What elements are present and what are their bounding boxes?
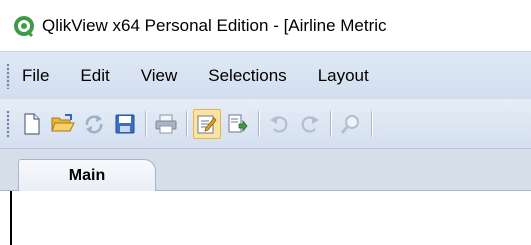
qlikview-logo-icon — [14, 15, 34, 37]
menu-selections[interactable]: Selections — [208, 62, 286, 90]
window-title: QlikView x64 Personal Edition - [Airline… — [42, 15, 387, 35]
save-button[interactable] — [111, 109, 139, 139]
toolbar-separator — [145, 110, 146, 137]
qlikview-window: QlikView x64 Personal Edition - [Airline… — [0, 0, 531, 245]
new-document-button[interactable] — [18, 109, 46, 139]
menu-layout[interactable]: Layout — [318, 62, 369, 90]
redo-icon — [301, 115, 319, 133]
open-button[interactable] — [49, 109, 77, 139]
menu-bar: File Edit View Selections Layout — [0, 51, 531, 99]
search-icon — [341, 114, 359, 134]
sheet-tab-strip: Main — [0, 149, 531, 192]
sheet-canvas[interactable] — [0, 191, 531, 245]
toolbar-separator — [258, 110, 259, 137]
toolbar-separator — [330, 110, 331, 137]
toolbar-separator — [371, 110, 372, 137]
sheet-left-border — [10, 191, 12, 245]
redo-button[interactable] — [296, 109, 324, 139]
reload-button[interactable] — [80, 109, 108, 139]
tab-main[interactable]: Main — [18, 159, 156, 192]
open-folder-icon — [51, 113, 75, 131]
toolbar — [0, 99, 531, 149]
title-bar: QlikView x64 Personal Edition - [Airline… — [0, 0, 531, 51]
undo-button[interactable] — [265, 109, 293, 139]
reload-icon — [85, 114, 103, 133]
undo-icon — [270, 115, 288, 133]
save-icon — [115, 114, 135, 133]
reload-data-icon — [228, 114, 248, 132]
edit-script-button[interactable] — [193, 108, 221, 139]
menu-file[interactable]: File — [22, 62, 49, 90]
search-button[interactable] — [337, 109, 365, 139]
print-icon — [155, 114, 177, 133]
reload-data-button[interactable] — [224, 109, 252, 139]
print-button[interactable] — [152, 109, 180, 139]
menu-edit[interactable]: Edit — [80, 62, 109, 90]
edit-script-icon — [197, 115, 217, 133]
toolbar-separator — [186, 110, 187, 137]
menu-view[interactable]: View — [141, 62, 178, 90]
new-document-icon — [24, 112, 40, 135]
menu-grip-handle[interactable] — [6, 62, 10, 89]
toolbar-grip-handle[interactable] — [6, 109, 10, 138]
